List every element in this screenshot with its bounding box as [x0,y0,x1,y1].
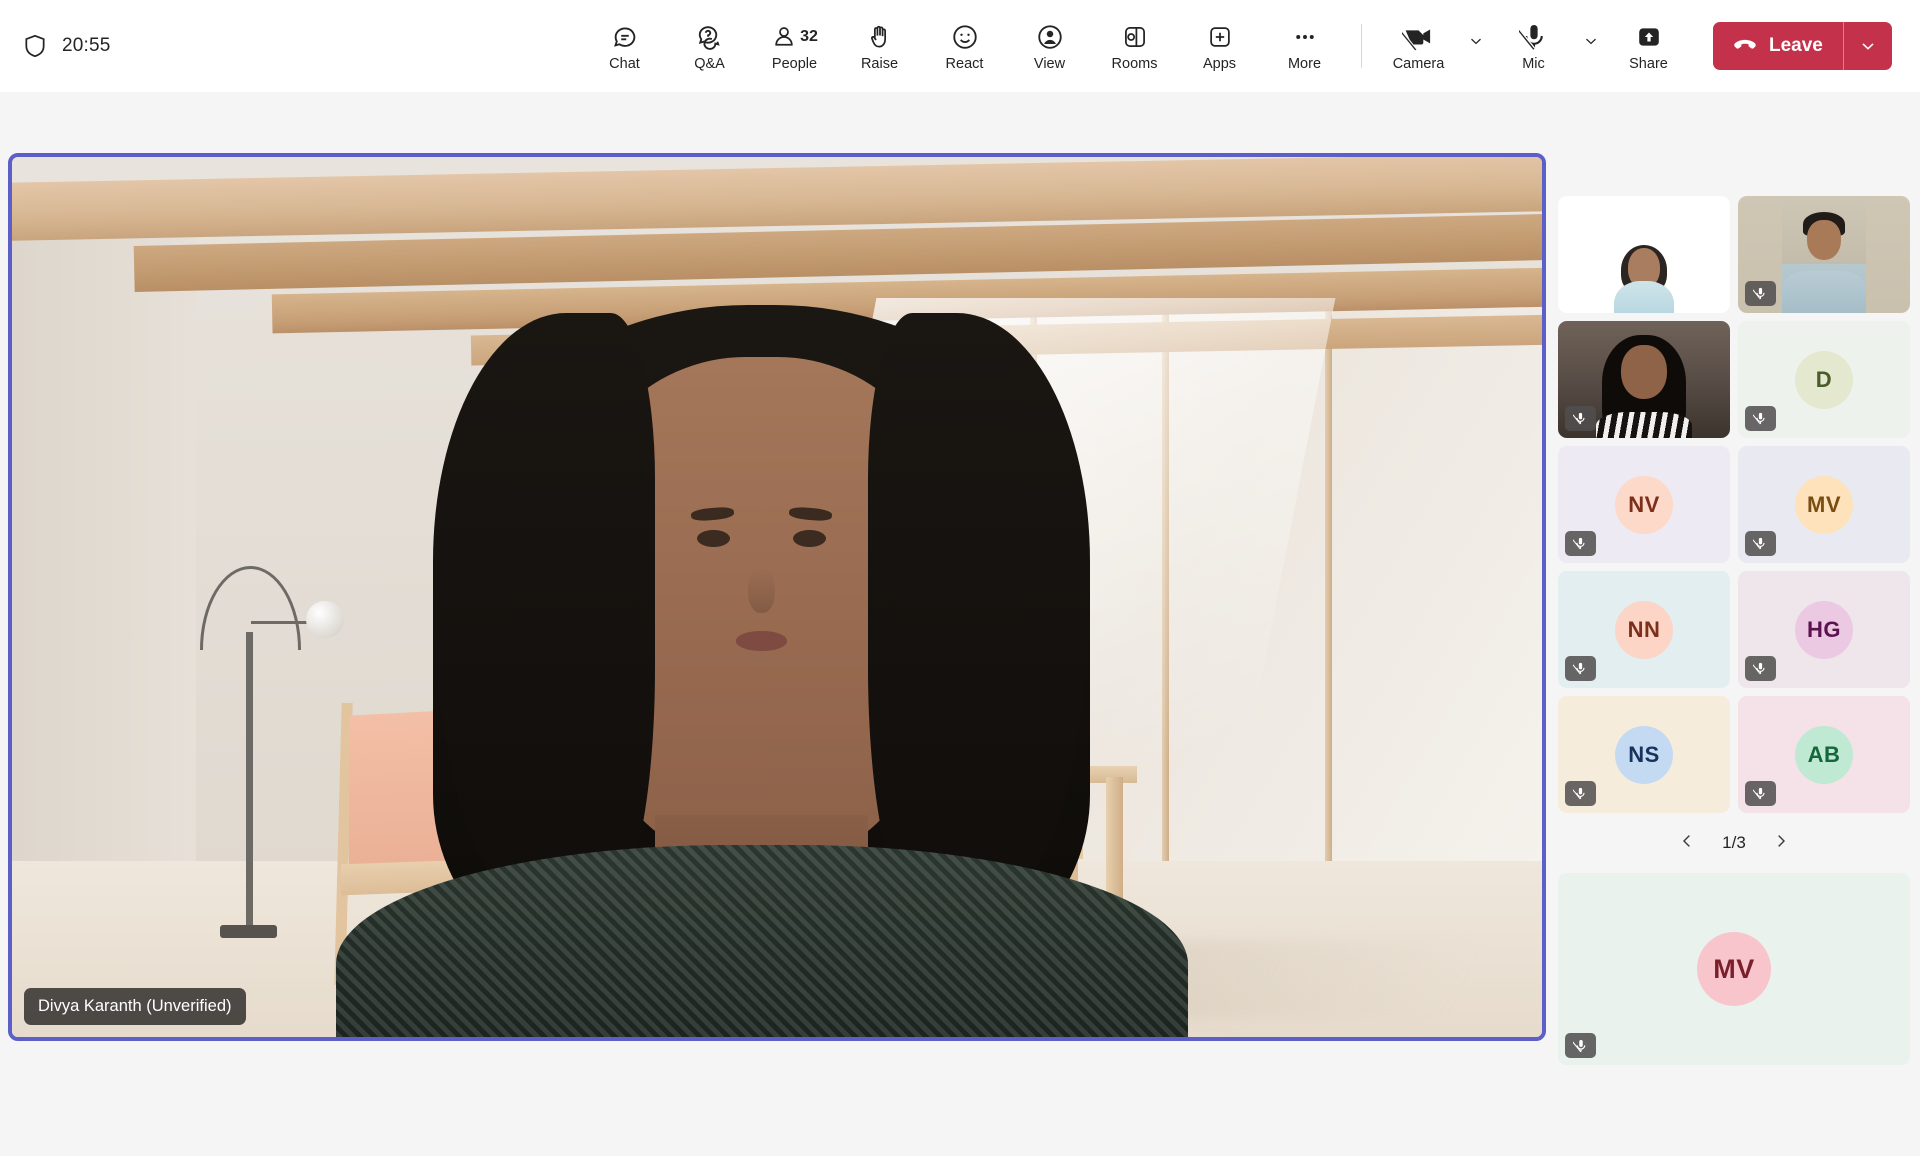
toolbar-divider [1361,24,1362,68]
pager-prev-button[interactable] [1674,830,1700,856]
mic-label: Mic [1522,56,1545,73]
avatar: MV [1795,475,1853,534]
person-circle-icon [1035,20,1065,54]
more-button[interactable]: More [1262,9,1347,83]
toolbar-actions: Chat Q&A 32 People Raise React View Room… [582,0,1892,92]
chevron-right-icon [1771,831,1791,856]
speaker-name-badge: Divya Karanth (Unverified) [24,988,246,1025]
participant-tile[interactable]: NN [1558,571,1730,688]
people-count: 32 [800,28,818,46]
mic-muted-icon [1745,406,1776,431]
participant-tile[interactable]: HG [1738,571,1910,688]
mic-muted-icon [1745,281,1776,306]
avatar: D [1795,350,1853,409]
rooms-label: Rooms [1111,56,1158,73]
chat-button[interactable]: Chat [582,9,667,83]
avatar: AB [1795,725,1853,784]
avatar: NS [1615,725,1673,784]
overflow-participant-tile[interactable]: MV [1558,873,1910,1065]
main-speaker-video [12,157,1542,1037]
mic-muted-icon [1745,531,1776,556]
avatar: MV [1697,932,1771,1006]
question-bubble-icon [695,20,725,54]
leave-options-chevron[interactable] [1844,22,1892,70]
participant-tile[interactable]: MV [1738,446,1910,563]
meeting-timer: 20:55 [62,35,111,56]
camera-off-icon [1401,20,1436,54]
rooms-button[interactable]: Rooms [1092,9,1177,83]
person-icon: 32 [771,20,818,54]
share-button[interactable]: Share [1606,9,1691,83]
mic-muted-icon [1565,656,1596,681]
participant-tile[interactable] [1558,321,1730,438]
people-button[interactable]: 32 People [752,9,837,83]
camera-label: Camera [1392,56,1445,73]
shield-icon [22,32,48,60]
meeting-toolbar: 20:55 Chat Q&A 32 People Raise React Vie… [0,0,1920,92]
mic-muted-icon [1565,1033,1596,1058]
mic-muted-icon [1565,406,1596,431]
share-screen-icon [1635,20,1663,54]
participant-tile[interactable]: NS [1558,696,1730,813]
pager-position: 1/3 [1722,833,1746,852]
react-button[interactable]: React [922,9,1007,83]
avatar: NN [1615,600,1673,659]
qa-button[interactable]: Q&A [667,9,752,83]
participant-grid: D NV MV NN HG NS AB [1558,196,1910,813]
raised-hand-icon [866,20,894,54]
qa-label: Q&A [694,56,725,73]
participant-tile[interactable]: AB [1738,696,1910,813]
participant-pager: 1/3 [1558,817,1910,869]
mic-control-group: Mic [1491,9,1606,83]
chevron-left-icon [1677,831,1697,856]
mic-options-chevron[interactable] [1576,13,1606,69]
participant-tile[interactable]: D [1738,321,1910,438]
raise-label: Raise [860,56,899,73]
main-speaker-tile[interactable]: Divya Karanth (Unverified) [8,153,1546,1041]
more-label: More [1287,56,1322,73]
leave-meeting-button[interactable]: Leave [1713,22,1892,70]
smiley-face-icon [950,20,980,54]
avatar: HG [1795,600,1853,659]
camera-control-group: Camera [1376,9,1491,83]
mic-off-icon [1518,20,1549,54]
participant-tile[interactable]: NV [1558,446,1730,563]
avatar: NV [1615,475,1673,534]
camera-options-chevron[interactable] [1461,13,1491,69]
mic-muted-icon [1745,656,1776,681]
share-label: Share [1629,56,1668,73]
view-label: View [1033,56,1066,73]
participant-tile[interactable] [1738,196,1910,313]
mic-muted-icon [1565,781,1596,806]
hangup-phone-icon [1732,31,1758,62]
react-label: React [945,56,984,73]
participant-rail: D NV MV NN HG NS AB 1/3 MV [1558,196,1910,1156]
leave-label: Leave [1769,35,1823,56]
participant-tile[interactable] [1558,196,1730,313]
plus-square-icon [1206,20,1234,54]
mic-button[interactable]: Mic [1491,9,1576,83]
apps-label: Apps [1202,56,1237,73]
pager-next-button[interactable] [1768,830,1794,856]
people-label: People [771,56,818,73]
breakout-rooms-icon [1121,20,1149,54]
chat-bubble-icon [610,20,640,54]
raise-hand-button[interactable]: Raise [837,9,922,83]
toolbar-left-group: 20:55 [22,32,582,60]
mic-muted-icon [1745,781,1776,806]
ellipsis-icon [1291,20,1319,54]
camera-button[interactable]: Camera [1376,9,1461,83]
mic-muted-icon [1565,531,1596,556]
chat-label: Chat [609,56,640,73]
view-button[interactable]: View [1007,9,1092,83]
meeting-stage: Divya Karanth (Unverified) D NV MV NN HG… [0,92,1920,1080]
leave-main-action[interactable]: Leave [1713,22,1843,70]
apps-button[interactable]: Apps [1177,9,1262,83]
speaker-person [318,298,1205,1037]
